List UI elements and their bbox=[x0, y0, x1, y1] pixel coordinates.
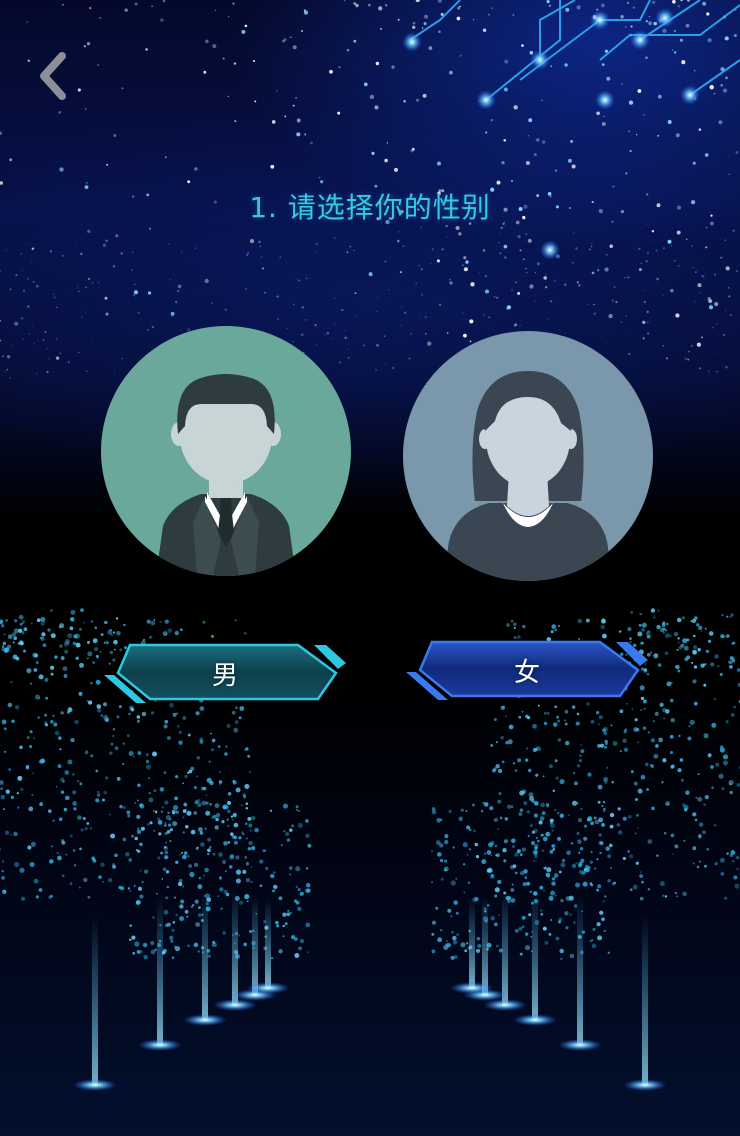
female-avatar[interactable] bbox=[403, 331, 653, 581]
female-button-label: 女 bbox=[513, 657, 540, 688]
gender-select-screen: 1. 请选择你的性别 男 女 bbox=[0, 0, 740, 1136]
back-button[interactable] bbox=[28, 48, 84, 104]
question-title: 1. 请选择你的性别 bbox=[249, 191, 491, 224]
female-avatar-icon bbox=[443, 371, 613, 581]
starfield-background bbox=[0, 0, 740, 1091]
male-avatar-icon bbox=[156, 374, 296, 576]
male-button-label: 男 bbox=[211, 660, 238, 691]
male-button[interactable]: 男 bbox=[100, 641, 350, 705]
male-avatar[interactable] bbox=[101, 326, 351, 576]
female-button[interactable]: 女 bbox=[402, 638, 652, 702]
chevron-left-icon bbox=[40, 52, 66, 100]
